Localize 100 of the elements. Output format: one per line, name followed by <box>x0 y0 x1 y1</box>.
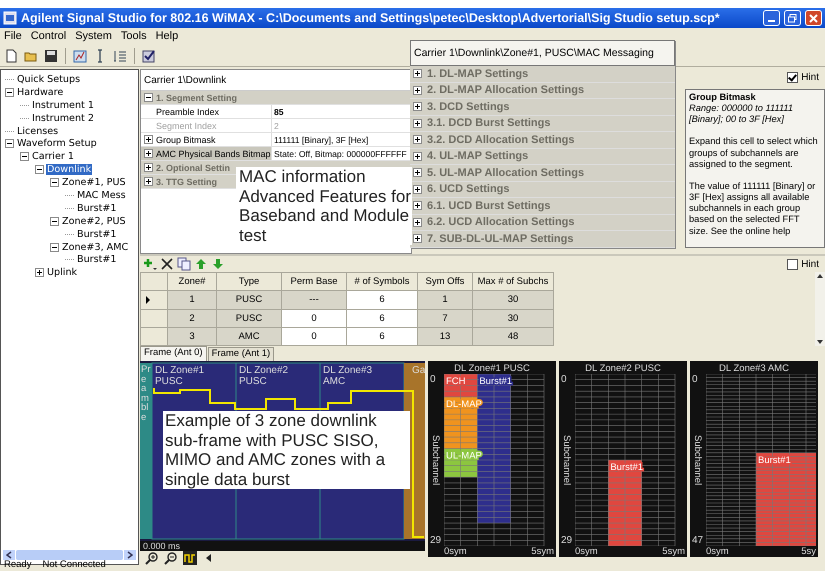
property-value[interactable]: 111111 [Binary], 3F [Hex] <box>272 134 368 144</box>
collapse-icon[interactable] <box>50 178 59 188</box>
list-icon[interactable] <box>112 48 128 64</box>
column-header[interactable]: Max # of Subchs <box>472 272 554 291</box>
tree-item[interactable]: Waveform Setup <box>16 138 98 150</box>
zone-type: PUSC <box>239 376 267 387</box>
tree-item[interactable]: Burst#1 <box>76 228 118 240</box>
column-header[interactable]: Perm Base <box>282 272 346 291</box>
segment-label: Ga <box>412 365 425 376</box>
tree-item[interactable]: Licenses <box>16 126 60 136</box>
copy-icon[interactable] <box>176 256 192 272</box>
axis-title: Subchannel <box>692 434 703 486</box>
tab[interactable]: Frame (Ant 1) <box>208 347 274 361</box>
expand-icon[interactable] <box>413 168 422 178</box>
menu-item[interactable]: Help <box>156 30 178 46</box>
zoom-in-icon[interactable] <box>144 550 160 566</box>
checklist-icon[interactable] <box>141 48 157 64</box>
restore-icon <box>788 14 797 22</box>
menu-item[interactable]: System <box>75 30 112 46</box>
menu-item[interactable]: Control <box>30 30 66 46</box>
column-header[interactable]: # of Symbols <box>346 272 418 291</box>
tree-item[interactable]: Carrier 1 <box>31 151 75 162</box>
column-header[interactable]: Zone# <box>168 272 216 291</box>
tree-item[interactable]: Instrument 1 <box>31 100 95 111</box>
collapse-icon[interactable] <box>5 88 14 97</box>
expand-icon[interactable] <box>413 86 422 95</box>
expand-icon[interactable] <box>413 102 422 112</box>
table-cell[interactable]: 6 <box>346 309 418 328</box>
property-value[interactable]: 85 <box>272 106 284 116</box>
collapse-icon[interactable] <box>50 242 59 252</box>
tree-item[interactable]: Hardware <box>16 86 64 98</box>
tree-item[interactable]: MAC Mess <box>76 190 127 201</box>
zone-label: DL Zone#2 <box>239 365 288 376</box>
zoom-out-icon[interactable] <box>163 550 179 566</box>
close-button[interactable] <box>805 10 822 26</box>
minimize-button[interactable] <box>763 10 780 26</box>
delete-icon[interactable] <box>159 256 175 272</box>
axis-label: 0sym <box>444 546 467 557</box>
table-cell[interactable]: 6 <box>346 327 418 346</box>
expand-icon[interactable] <box>413 218 422 227</box>
collapse-icon[interactable] <box>5 139 14 148</box>
expand-icon[interactable] <box>413 152 422 161</box>
hint-checkbox[interactable]: Hint <box>787 258 819 270</box>
chart-icon[interactable] <box>72 48 88 64</box>
collapse-icon[interactable] <box>35 165 44 174</box>
tree-item[interactable]: Zone#2, PUS <box>61 216 127 227</box>
callout-text: Example of 3 zone downlink sub-frame with PUSC SISO, MIMO and AMC zones with a single data burst <box>163 411 410 490</box>
hint-checkbox[interactable]: Hint <box>787 72 819 82</box>
property-name[interactable]: AMC Physical Bands Bitmap <box>141 147 272 160</box>
expand-icon[interactable] <box>144 149 153 158</box>
scrollbar-thumb[interactable] <box>16 550 123 560</box>
column-header[interactable]: Type <box>216 272 282 291</box>
menu-item[interactable]: File <box>4 30 22 46</box>
table-cell[interactable]: 0 <box>282 327 346 346</box>
vertical-scrollbar[interactable] <box>815 272 825 346</box>
expand-icon[interactable] <box>413 69 422 78</box>
scroll-up-icon[interactable] <box>815 272 825 280</box>
waveform-icon[interactable] <box>182 550 198 566</box>
app-icon <box>3 11 17 25</box>
tree-item[interactable]: Burst#1 <box>76 254 118 266</box>
menu-item[interactable]: Tools <box>120 30 147 46</box>
property-name[interactable]: Group Bitmask <box>141 133 272 146</box>
tree-item[interactable]: Zone#1, PUS <box>61 177 127 188</box>
table-cell: 2 <box>168 309 216 328</box>
expand-icon[interactable] <box>35 268 44 278</box>
expand-icon[interactable] <box>144 163 153 172</box>
collapse-icon[interactable] <box>144 93 153 102</box>
table-cell[interactable]: 6 <box>346 290 418 309</box>
tree-item[interactable]: Zone#3, AMC <box>61 242 130 253</box>
scroll-left-button[interactable] <box>3 550 15 560</box>
tree-item[interactable]: Downlink <box>46 164 92 176</box>
expand-icon[interactable] <box>413 234 422 244</box>
tree-item[interactable]: Burst#1 <box>76 202 118 214</box>
restore-button[interactable] <box>784 10 801 26</box>
minimize-icon <box>768 20 775 22</box>
expand-icon[interactable] <box>144 135 153 144</box>
block-label: DL-MAP <box>446 398 482 410</box>
table-cell: 1 <box>168 290 216 309</box>
time-label: 0.000 ms <box>140 541 425 551</box>
expand-icon[interactable] <box>144 177 153 186</box>
scroll-down-icon[interactable] <box>815 338 825 346</box>
expand-icon[interactable] <box>413 118 422 128</box>
tree-item[interactable]: Instrument 2 <box>31 112 95 124</box>
save-icon[interactable] <box>43 48 59 64</box>
axis-label: 29 <box>430 535 442 546</box>
tab[interactable]: Frame (Ant 0) <box>140 346 207 361</box>
tree-item[interactable]: Uplink <box>46 267 78 278</box>
scroll-right-button[interactable] <box>124 550 136 560</box>
expand-icon[interactable] <box>413 184 422 194</box>
property-value[interactable]: State: Off, Bitmap: 000000FFFFFF <box>272 148 407 158</box>
zone-type: AMC <box>323 376 346 387</box>
collapse-icon[interactable] <box>20 152 29 162</box>
map-title: DL Zone#3 AMC <box>718 363 790 374</box>
expand-icon[interactable] <box>413 201 422 210</box>
expand-icon[interactable] <box>413 135 422 144</box>
table-cell[interactable]: 0 <box>282 309 346 328</box>
collapse-icon[interactable] <box>50 216 59 226</box>
tree-item[interactable]: Quick Setups <box>16 74 82 85</box>
column-header[interactable]: Sym Offs <box>418 272 472 291</box>
row-header[interactable] <box>140 290 168 309</box>
